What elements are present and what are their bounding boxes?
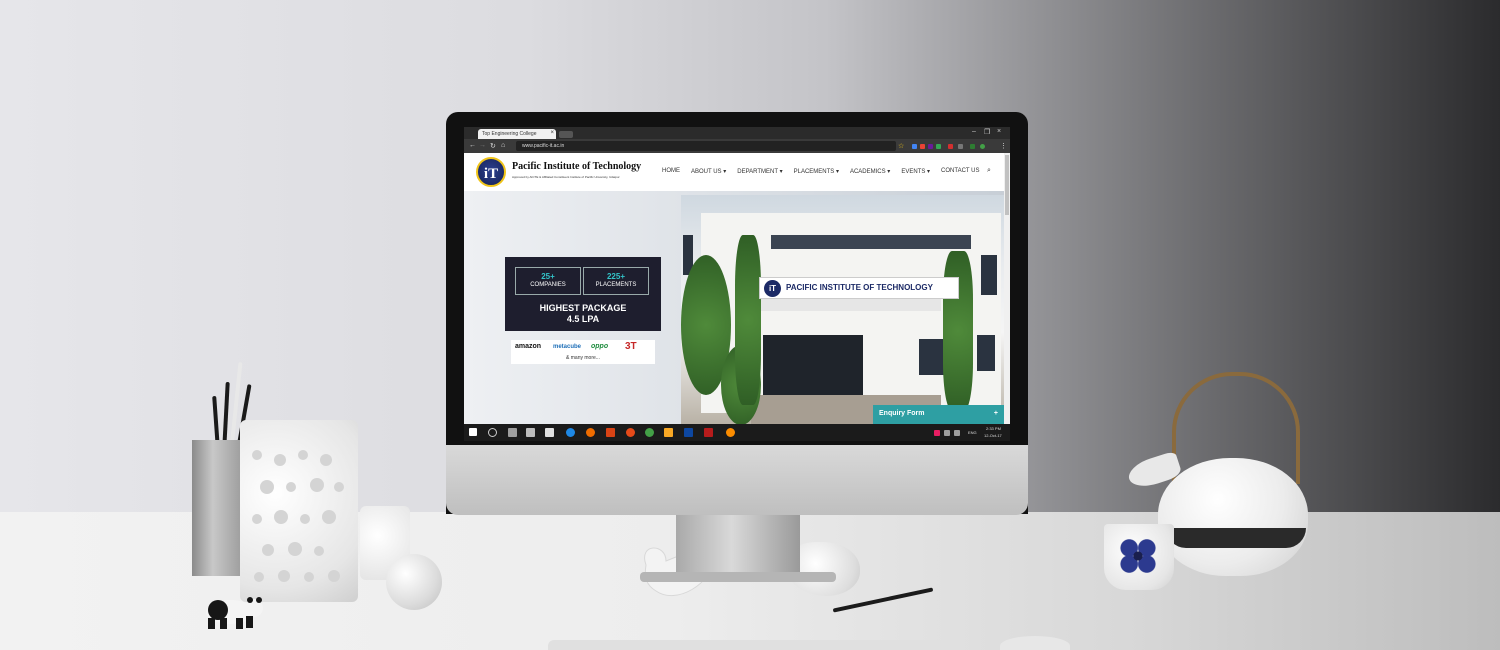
cup-flower-pattern [1116, 536, 1160, 576]
windows-start-icon[interactable] [469, 428, 477, 436]
scrollbar-thumb[interactable] [1005, 155, 1009, 215]
volume-icon[interactable] [954, 430, 960, 436]
search-icon[interactable]: ⌕ [987, 167, 991, 175]
network-icon[interactable] [944, 430, 950, 436]
people-icon[interactable] [545, 428, 554, 437]
minimize-icon[interactable]: – [972, 128, 976, 135]
keyboard [548, 640, 958, 650]
monitor-stand [676, 514, 800, 580]
mail-icon[interactable] [526, 428, 535, 437]
college-logo[interactable]: iT [476, 157, 506, 187]
browser-tab-bar: Top Engineering College × – ❐ × [464, 127, 1010, 139]
extension-icon[interactable] [948, 144, 953, 149]
page-scrollbar[interactable] [1004, 153, 1010, 424]
clock-date[interactable]: 12-Oct-17 [984, 433, 1002, 438]
recruiter-metacube-logo: metacube [553, 344, 582, 350]
opera-icon[interactable] [626, 428, 635, 437]
firefox-icon[interactable] [586, 428, 595, 437]
tab-close-icon[interactable]: × [550, 130, 554, 136]
stat-placements: 225+ PLACEMENTS [583, 267, 649, 295]
stat-companies-label: COMPANIES [530, 282, 566, 288]
mouse [1000, 636, 1070, 650]
menu-academics[interactable]: ACADEMICS ▾ [850, 168, 890, 175]
menu-placements[interactable]: PLACEMENTS ▾ [794, 168, 839, 175]
windows-taskbar: ENG 2:33 PM 12-Oct-17 [464, 424, 1010, 441]
pen-holder [192, 440, 244, 576]
chrome-active-icon[interactable] [726, 428, 735, 437]
perforated-vase [240, 420, 358, 602]
panda-figurine [206, 597, 263, 629]
home-icon[interactable]: ⌂ [501, 142, 505, 149]
file-explorer-icon[interactable] [664, 428, 673, 437]
menu-about-us[interactable]: ABOUT US ▾ [691, 168, 726, 175]
clock-time[interactable]: 2:33 PM [986, 426, 1001, 431]
extension-icon[interactable] [970, 144, 975, 149]
recruiter-oppo-logo: oppo [591, 343, 609, 350]
sign-logo: iT [764, 280, 781, 297]
bookmark-star-icon[interactable]: ☆ [898, 142, 904, 150]
monitor-chin [446, 445, 1028, 515]
recruiter-amazon-logo: amazon [515, 343, 542, 350]
teapot-band [1166, 528, 1306, 548]
teapot [1158, 458, 1308, 576]
site-header: iT Pacific Institute of Technology Appro… [464, 153, 1004, 191]
campus-building-photo: iT PACIFIC INSTITUTE OF TECHNOLOGY [681, 195, 1004, 424]
new-tab-button[interactable] [559, 131, 573, 138]
extension-icon[interactable] [936, 144, 941, 149]
stat-placements-label: PLACEMENTS [595, 282, 637, 288]
app-p-icon[interactable] [606, 428, 615, 437]
browser-menu-icon[interactable]: ⋮ [1000, 142, 1007, 150]
language-indicator[interactable]: ENG [968, 430, 977, 435]
extension-icon[interactable] [920, 144, 925, 149]
monitor-screen: Top Engineering College × – ❐ × ← → ↻ ⌂ … [464, 127, 1010, 441]
extension-icon[interactable] [928, 144, 933, 149]
edge-browser-icon[interactable] [566, 428, 575, 437]
stat-companies: 25+ COMPANIES [515, 267, 581, 295]
main-menu: HOME ABOUT US ▾ DEPARTMENT ▾ PLACEMENTS … [662, 168, 979, 175]
building-sign: iT PACIFIC INSTITUTE OF TECHNOLOGY [759, 277, 959, 299]
stat-companies-number: 25+ [541, 272, 555, 281]
menu-events[interactable]: EVENTS ▾ [901, 168, 930, 175]
browser-tab[interactable]: Top Engineering College × [478, 129, 556, 139]
menu-department[interactable]: DEPARTMENT ▾ [737, 168, 782, 175]
monitor-stand-base [640, 572, 836, 582]
pen [222, 381, 230, 449]
tab-title: Top Engineering College [482, 131, 537, 137]
menu-home[interactable]: HOME [662, 168, 680, 175]
address-bar[interactable]: www.pacific-it.ac.in [516, 141, 896, 151]
acrobat-icon[interactable] [704, 428, 713, 437]
recruiters-logos: amazon metacube oppo 3T & many more... [511, 340, 655, 364]
placement-stats-box: 25+ COMPANIES 225+ PLACEMENTS HIGHEST PA… [505, 257, 661, 331]
menu-contact-us[interactable]: CONTACT US [941, 168, 979, 175]
maximize-icon[interactable]: ❐ [984, 128, 990, 136]
recruiter-3t-logo: 3T [625, 341, 637, 352]
enquiry-form-button[interactable]: Enquiry Form + [873, 405, 1004, 424]
glass-globe [386, 554, 442, 610]
address-url: www.pacific-it.ac.in [522, 143, 565, 149]
building-sign-text: PACIFIC INSTITUTE OF TECHNOLOGY [786, 283, 933, 292]
cortana-icon[interactable] [488, 428, 497, 437]
highest-package-value: 4.5 LPA [566, 314, 600, 324]
task-view-icon[interactable] [508, 428, 517, 437]
plus-icon: + [993, 410, 998, 417]
chrome-icon[interactable] [645, 428, 654, 437]
college-tagline: Approved by AICTE & Affiliated Constitue… [512, 175, 620, 179]
forward-arrow-icon[interactable]: → [479, 142, 486, 149]
recruiters-more-text: & many more... [566, 355, 600, 361]
indesign-icon[interactable] [684, 428, 693, 437]
extension-icon[interactable] [912, 144, 917, 149]
tray-icon[interactable] [934, 430, 940, 436]
close-window-icon[interactable]: × [997, 128, 1001, 135]
highest-package-title: HIGHEST PACKAGE [539, 303, 627, 313]
extension-icon[interactable] [980, 144, 985, 149]
college-name[interactable]: Pacific Institute of Technology [512, 161, 641, 172]
browser-toolbar: ← → ↻ ⌂ www.pacific-it.ac.in ☆ ⋮ [464, 139, 1010, 153]
stat-placements-number: 225+ [606, 272, 626, 281]
enquiry-form-label: Enquiry Form [879, 410, 925, 417]
back-arrow-icon[interactable]: ← [469, 142, 476, 149]
website-viewport: iT Pacific Institute of Technology Appro… [464, 153, 1010, 424]
reload-icon[interactable]: ↻ [490, 142, 496, 150]
extension-icon[interactable] [958, 144, 963, 149]
